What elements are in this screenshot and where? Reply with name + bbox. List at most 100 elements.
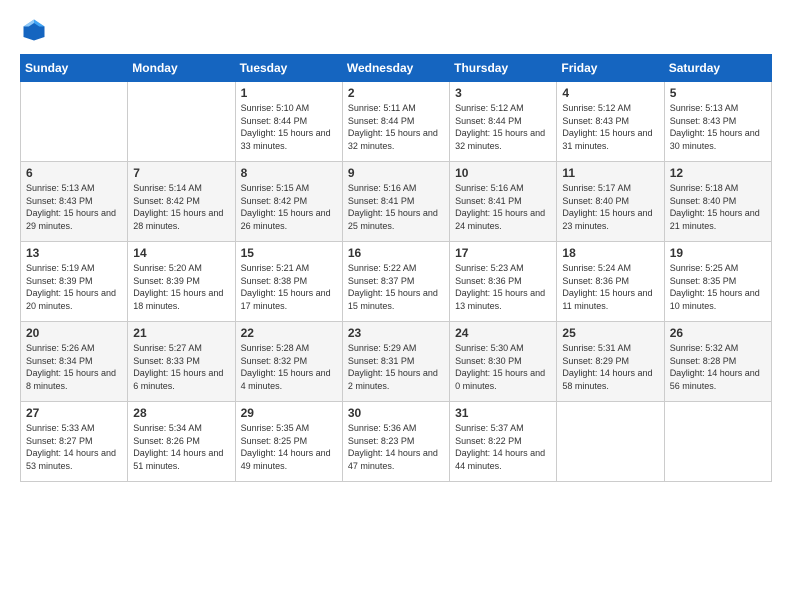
cell-content: Sunrise: 5:35 AM Sunset: 8:25 PM Dayligh…	[241, 422, 337, 472]
cell-content: Sunrise: 5:25 AM Sunset: 8:35 PM Dayligh…	[670, 262, 766, 312]
page: SundayMondayTuesdayWednesdayThursdayFrid…	[0, 0, 792, 612]
calendar-cell-4-5: 24Sunrise: 5:30 AM Sunset: 8:30 PM Dayli…	[450, 322, 557, 402]
day-number: 30	[348, 406, 444, 420]
cell-content: Sunrise: 5:15 AM Sunset: 8:42 PM Dayligh…	[241, 182, 337, 232]
cell-content: Sunrise: 5:36 AM Sunset: 8:23 PM Dayligh…	[348, 422, 444, 472]
cell-content: Sunrise: 5:23 AM Sunset: 8:36 PM Dayligh…	[455, 262, 551, 312]
calendar-cell-5-7	[664, 402, 771, 482]
cell-content: Sunrise: 5:26 AM Sunset: 8:34 PM Dayligh…	[26, 342, 122, 392]
cell-content: Sunrise: 5:17 AM Sunset: 8:40 PM Dayligh…	[562, 182, 658, 232]
cell-content: Sunrise: 5:11 AM Sunset: 8:44 PM Dayligh…	[348, 102, 444, 152]
cell-content: Sunrise: 5:13 AM Sunset: 8:43 PM Dayligh…	[26, 182, 122, 232]
calendar-cell-5-5: 31 Sunrise: 5:37 AM Sunset: 8:22 PM Dayli…	[450, 402, 557, 482]
calendar-cell-1-3: 1 Sunrise: 5:10 AM Sunset: 8:44 PM Daylig…	[235, 82, 342, 162]
day-number: 12	[670, 166, 766, 180]
cell-content: Sunrise: 5:29 AM Sunset: 8:31 PM Dayligh…	[348, 342, 444, 392]
day-number: 27	[26, 406, 122, 420]
calendar-cell-3-4: 16Sunrise: 5:22 AM Sunset: 8:37 PM Dayli…	[342, 242, 449, 322]
calendar-cell-3-1: 13 Sunrise: 5:19 AM Sunset: 8:39 PM Dayli…	[21, 242, 128, 322]
day-number: 23	[348, 326, 444, 340]
calendar-cell-5-1: 27 Sunrise: 5:33 AM Sunset: 8:27 PM Dayli…	[21, 402, 128, 482]
calendar-cell-1-5: 3Sunrise: 5:12 AM Sunset: 8:44 PM Daylig…	[450, 82, 557, 162]
logo	[20, 16, 52, 44]
calendar-cell-5-3: 29Sunrise: 5:35 AM Sunset: 8:25 PM Dayli…	[235, 402, 342, 482]
day-number: 8	[241, 166, 337, 180]
cell-content: Sunrise: 5:30 AM Sunset: 8:30 PM Dayligh…	[455, 342, 551, 392]
cell-content: Sunrise: 5:21 AM Sunset: 8:38 PM Dayligh…	[241, 262, 337, 312]
calendar-cell-4-3: 22 Sunrise: 5:28 AM Sunset: 8:32 PM Dayli…	[235, 322, 342, 402]
cell-content: Sunrise: 5:12 AM Sunset: 8:43 PM Dayligh…	[562, 102, 658, 152]
calendar-cell-4-4: 23 Sunrise: 5:29 AM Sunset: 8:31 PM Dayli…	[342, 322, 449, 402]
calendar-cell-1-2	[128, 82, 235, 162]
calendar-cell-1-4: 2 Sunrise: 5:11 AM Sunset: 8:44 PM Daylig…	[342, 82, 449, 162]
cell-content: Sunrise: 5:10 AM Sunset: 8:44 PM Dayligh…	[241, 102, 337, 152]
day-number: 15	[241, 246, 337, 260]
calendar-week-1: 1 Sunrise: 5:10 AM Sunset: 8:44 PM Daylig…	[21, 82, 772, 162]
cell-content: Sunrise: 5:18 AM Sunset: 8:40 PM Dayligh…	[670, 182, 766, 232]
calendar-header-thursday: Thursday	[450, 55, 557, 82]
calendar-header-monday: Monday	[128, 55, 235, 82]
day-number: 28	[133, 406, 229, 420]
calendar-week-4: 20 Sunrise: 5:26 AM Sunset: 8:34 PM Dayli…	[21, 322, 772, 402]
calendar-cell-2-1: 6Sunrise: 5:13 AM Sunset: 8:43 PM Daylig…	[21, 162, 128, 242]
calendar-header-friday: Friday	[557, 55, 664, 82]
calendar-header-row: SundayMondayTuesdayWednesdayThursdayFrid…	[21, 55, 772, 82]
day-number: 14	[133, 246, 229, 260]
cell-content: Sunrise: 5:14 AM Sunset: 8:42 PM Dayligh…	[133, 182, 229, 232]
calendar-week-5: 27 Sunrise: 5:33 AM Sunset: 8:27 PM Dayli…	[21, 402, 772, 482]
day-number: 13	[26, 246, 122, 260]
calendar-cell-5-6	[557, 402, 664, 482]
cell-content: Sunrise: 5:37 AM Sunset: 8:22 PM Dayligh…	[455, 422, 551, 472]
calendar-cell-3-7: 19 Sunrise: 5:25 AM Sunset: 8:35 PM Dayli…	[664, 242, 771, 322]
day-number: 20	[26, 326, 122, 340]
calendar-cell-4-7: 26 Sunrise: 5:32 AM Sunset: 8:28 PM Dayli…	[664, 322, 771, 402]
cell-content: Sunrise: 5:28 AM Sunset: 8:32 PM Dayligh…	[241, 342, 337, 392]
calendar-cell-1-1	[21, 82, 128, 162]
day-number: 17	[455, 246, 551, 260]
cell-content: Sunrise: 5:31 AM Sunset: 8:29 PM Dayligh…	[562, 342, 658, 392]
day-number: 18	[562, 246, 658, 260]
day-number: 26	[670, 326, 766, 340]
calendar-cell-4-1: 20 Sunrise: 5:26 AM Sunset: 8:34 PM Dayli…	[21, 322, 128, 402]
calendar-cell-2-4: 9Sunrise: 5:16 AM Sunset: 8:41 PM Daylig…	[342, 162, 449, 242]
cell-content: Sunrise: 5:27 AM Sunset: 8:33 PM Dayligh…	[133, 342, 229, 392]
day-number: 1	[241, 86, 337, 100]
day-number: 19	[670, 246, 766, 260]
day-number: 4	[562, 86, 658, 100]
cell-content: Sunrise: 5:34 AM Sunset: 8:26 PM Dayligh…	[133, 422, 229, 472]
day-number: 31	[455, 406, 551, 420]
calendar-cell-4-6: 25 Sunrise: 5:31 AM Sunset: 8:29 PM Dayli…	[557, 322, 664, 402]
day-number: 2	[348, 86, 444, 100]
calendar-cell-2-3: 8 Sunrise: 5:15 AM Sunset: 8:42 PM Daylig…	[235, 162, 342, 242]
header	[20, 16, 772, 44]
calendar-cell-2-6: 11 Sunrise: 5:17 AM Sunset: 8:40 PM Dayli…	[557, 162, 664, 242]
calendar-cell-3-2: 14 Sunrise: 5:20 AM Sunset: 8:39 PM Dayli…	[128, 242, 235, 322]
cell-content: Sunrise: 5:22 AM Sunset: 8:37 PM Dayligh…	[348, 262, 444, 312]
cell-content: Sunrise: 5:33 AM Sunset: 8:27 PM Dayligh…	[26, 422, 122, 472]
calendar-header-tuesday: Tuesday	[235, 55, 342, 82]
calendar-cell-1-6: 4 Sunrise: 5:12 AM Sunset: 8:43 PM Daylig…	[557, 82, 664, 162]
cell-content: Sunrise: 5:13 AM Sunset: 8:43 PM Dayligh…	[670, 102, 766, 152]
day-number: 3	[455, 86, 551, 100]
calendar-cell-1-7: 5Sunrise: 5:13 AM Sunset: 8:43 PM Daylig…	[664, 82, 771, 162]
cell-content: Sunrise: 5:20 AM Sunset: 8:39 PM Dayligh…	[133, 262, 229, 312]
calendar-week-2: 6Sunrise: 5:13 AM Sunset: 8:43 PM Daylig…	[21, 162, 772, 242]
calendar-header-sunday: Sunday	[21, 55, 128, 82]
cell-content: Sunrise: 5:16 AM Sunset: 8:41 PM Dayligh…	[348, 182, 444, 232]
cell-content: Sunrise: 5:19 AM Sunset: 8:39 PM Dayligh…	[26, 262, 122, 312]
calendar-week-3: 13 Sunrise: 5:19 AM Sunset: 8:39 PM Dayli…	[21, 242, 772, 322]
calendar-cell-5-4: 30 Sunrise: 5:36 AM Sunset: 8:23 PM Dayli…	[342, 402, 449, 482]
day-number: 21	[133, 326, 229, 340]
logo-icon	[20, 16, 48, 44]
calendar-header-saturday: Saturday	[664, 55, 771, 82]
day-number: 25	[562, 326, 658, 340]
day-number: 7	[133, 166, 229, 180]
calendar-cell-2-5: 10Sunrise: 5:16 AM Sunset: 8:41 PM Dayli…	[450, 162, 557, 242]
day-number: 22	[241, 326, 337, 340]
day-number: 11	[562, 166, 658, 180]
calendar-cell-3-6: 18 Sunrise: 5:24 AM Sunset: 8:36 PM Dayli…	[557, 242, 664, 322]
cell-content: Sunrise: 5:24 AM Sunset: 8:36 PM Dayligh…	[562, 262, 658, 312]
calendar-cell-2-7: 12 Sunrise: 5:18 AM Sunset: 8:40 PM Dayli…	[664, 162, 771, 242]
cell-content: Sunrise: 5:32 AM Sunset: 8:28 PM Dayligh…	[670, 342, 766, 392]
calendar-cell-3-5: 17 Sunrise: 5:23 AM Sunset: 8:36 PM Dayli…	[450, 242, 557, 322]
